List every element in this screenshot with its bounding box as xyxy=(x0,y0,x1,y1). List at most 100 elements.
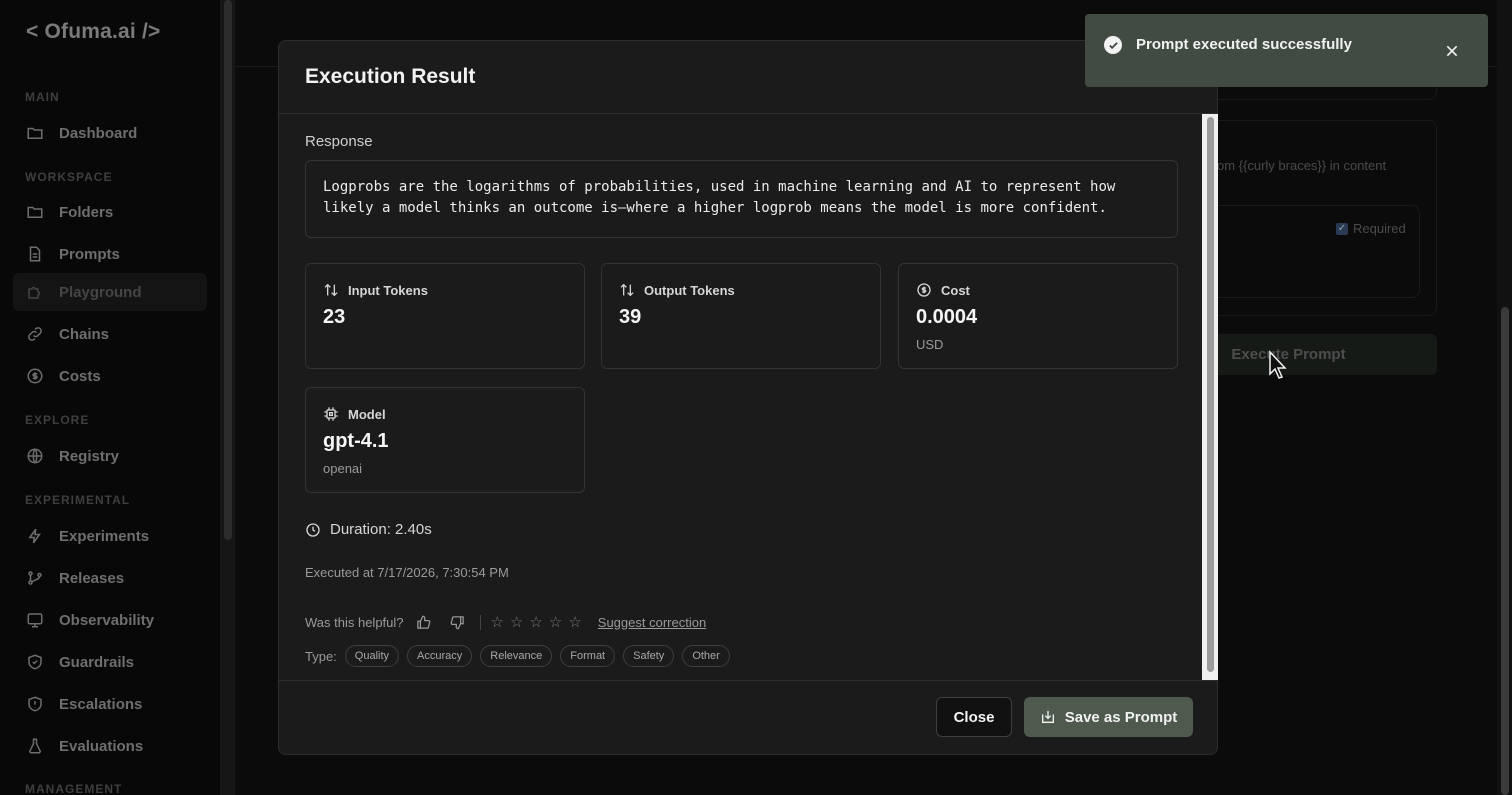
mouse-cursor-icon xyxy=(1269,350,1287,379)
helpful-question: Was this helpful? xyxy=(305,614,404,630)
download-icon xyxy=(1040,709,1056,725)
model-card: Model gpt-4.1 openai xyxy=(305,387,585,493)
sidebar-item-label: Guardrails xyxy=(59,653,135,671)
type-chip-quality[interactable]: Quality xyxy=(344,645,400,667)
feedback-row: Was this helpful? ☆ ☆ ☆ ☆ ☆ Suggest corr… xyxy=(305,613,706,631)
close-button[interactable]: Close xyxy=(936,697,1012,737)
sidebar-scrollbar-thumb[interactable] xyxy=(224,0,232,540)
feedback-type-row: Type: Quality Accuracy Relevance Format … xyxy=(305,645,730,667)
variables-hint: om {{curly braces}} in content xyxy=(1217,158,1387,173)
section-main: MAIN xyxy=(25,90,60,104)
sidebar-item-releases[interactable]: Releases xyxy=(13,559,207,597)
sidebar-item-experiments[interactable]: Experiments xyxy=(13,517,207,555)
sidebar-item-label: Prompts xyxy=(59,245,120,263)
cost-card: Cost 0.0004 USD xyxy=(898,263,1178,369)
thumbs-down-icon[interactable] xyxy=(450,614,466,630)
flask-icon xyxy=(26,737,44,755)
required-label: Required xyxy=(1353,221,1406,236)
sidebar-item-prompts[interactable]: Prompts xyxy=(13,235,207,273)
sidebar-item-label: Releases xyxy=(59,569,125,587)
suggest-correction-link[interactable]: Suggest correction xyxy=(598,615,706,630)
sidebar-item-escalations[interactable]: Escalations xyxy=(13,685,207,723)
sidebar-item-label: Escalations xyxy=(59,695,143,713)
star-icon[interactable]: ☆ xyxy=(549,613,562,631)
duration-text: Duration: 2.40s xyxy=(330,521,432,538)
main-scrollbar-thumb[interactable] xyxy=(1501,307,1509,795)
file-icon xyxy=(26,245,44,263)
duration: Duration: 2.40s xyxy=(305,521,432,538)
execution-result-dialog: Execution Result Response Logprobs are t… xyxy=(278,40,1218,755)
shield-alert-icon xyxy=(26,695,44,713)
type-chip-relevance[interactable]: Relevance xyxy=(480,645,553,667)
dollar-circle-icon xyxy=(26,367,44,385)
shield-check-icon xyxy=(26,653,44,671)
sidebar-item-evaluations[interactable]: Evaluations xyxy=(13,727,207,765)
cost-label: Cost xyxy=(941,282,970,298)
sidebar-item-chains[interactable]: Chains xyxy=(13,315,207,353)
sidebar-item-label: Experiments xyxy=(59,527,150,545)
required-checkbox[interactable]: ✓ Required xyxy=(1336,221,1406,236)
star-icon[interactable]: ☆ xyxy=(491,613,504,631)
cost-value: 0.0004 xyxy=(916,306,978,328)
folder-icon xyxy=(26,203,44,221)
git-branch-icon xyxy=(26,569,44,587)
model-label: Model xyxy=(348,406,386,422)
star-icon[interactable]: ☆ xyxy=(568,613,581,631)
save-button-label: Save as Prompt xyxy=(1064,708,1178,726)
toast-message: Prompt executed successfully xyxy=(1136,36,1352,53)
globe-icon xyxy=(26,447,44,465)
type-chip-other[interactable]: Other xyxy=(682,645,730,667)
sidebar-item-label: Registry xyxy=(59,447,120,465)
close-icon[interactable] xyxy=(1444,43,1460,59)
checkmark-icon: ✓ xyxy=(1336,222,1348,235)
cost-unit: USD xyxy=(916,337,944,352)
check-circle-icon xyxy=(1104,36,1122,54)
section-workspace: WORKSPACE xyxy=(25,170,113,184)
sidebar-item-label: Evaluations xyxy=(59,737,144,755)
success-toast: Prompt executed successfully xyxy=(1085,14,1488,87)
section-management: MANAGEMENT xyxy=(25,782,123,795)
puzzle-icon xyxy=(26,283,44,301)
sidebar-item-label: Costs xyxy=(59,367,101,385)
clock-icon xyxy=(305,522,321,538)
lightning-icon xyxy=(26,527,44,545)
section-experimental: EXPERIMENTAL xyxy=(25,493,131,507)
sidebar-item-costs[interactable]: Costs xyxy=(13,357,207,395)
section-explore: EXPLORE xyxy=(25,413,90,427)
sidebar-item-registry[interactable]: Registry xyxy=(13,437,207,475)
output-tokens-label: Output Tokens xyxy=(644,282,735,298)
sidebar-item-dashboard[interactable]: Dashboard xyxy=(13,114,207,152)
monitor-icon xyxy=(26,611,44,629)
link-icon xyxy=(26,325,44,343)
folder-icon xyxy=(26,124,44,142)
executed-at: Executed at 7/17/2026, 7:30:54 PM xyxy=(305,565,509,580)
sidebar-item-label: Playground xyxy=(59,283,142,301)
sidebar-item-playground[interactable]: Playground xyxy=(13,273,207,311)
sidebar-item-label: Observability xyxy=(59,611,155,629)
type-chip-safety[interactable]: Safety xyxy=(623,645,675,667)
response-label: Response xyxy=(305,133,373,150)
dialog-header-divider xyxy=(279,113,1217,114)
dialog-scrollbar-thumb[interactable] xyxy=(1207,117,1214,672)
input-tokens-card: Input Tokens 23 xyxy=(305,263,585,369)
sidebar-item-observability[interactable]: Observability xyxy=(13,601,207,639)
thumbs-up-icon[interactable] xyxy=(416,614,432,630)
model-value: gpt-4.1 xyxy=(323,430,389,452)
save-as-prompt-button[interactable]: Save as Prompt xyxy=(1024,697,1193,737)
sidebar-item-label: Dashboard xyxy=(59,124,138,142)
type-chip-accuracy[interactable]: Accuracy xyxy=(407,645,473,667)
input-tokens-label: Input Tokens xyxy=(348,282,428,298)
dialog-footer-divider xyxy=(279,680,1217,681)
output-tokens-value: 39 xyxy=(619,306,642,328)
app-logo[interactable]: < Ofuma.ai /> xyxy=(26,20,161,44)
star-icon[interactable]: ☆ xyxy=(529,613,542,631)
sidebar-item-folders[interactable]: Folders xyxy=(13,193,207,231)
type-chip-format[interactable]: Format xyxy=(560,645,616,667)
input-tokens-value: 23 xyxy=(323,306,346,328)
sidebar-item-guardrails[interactable]: Guardrails xyxy=(13,643,207,681)
cpu-icon xyxy=(323,406,339,422)
dialog-title: Execution Result xyxy=(305,65,476,88)
arrows-up-down-icon xyxy=(323,282,339,298)
star-icon[interactable]: ☆ xyxy=(510,613,523,631)
sidebar-item-label: Chains xyxy=(59,325,110,343)
